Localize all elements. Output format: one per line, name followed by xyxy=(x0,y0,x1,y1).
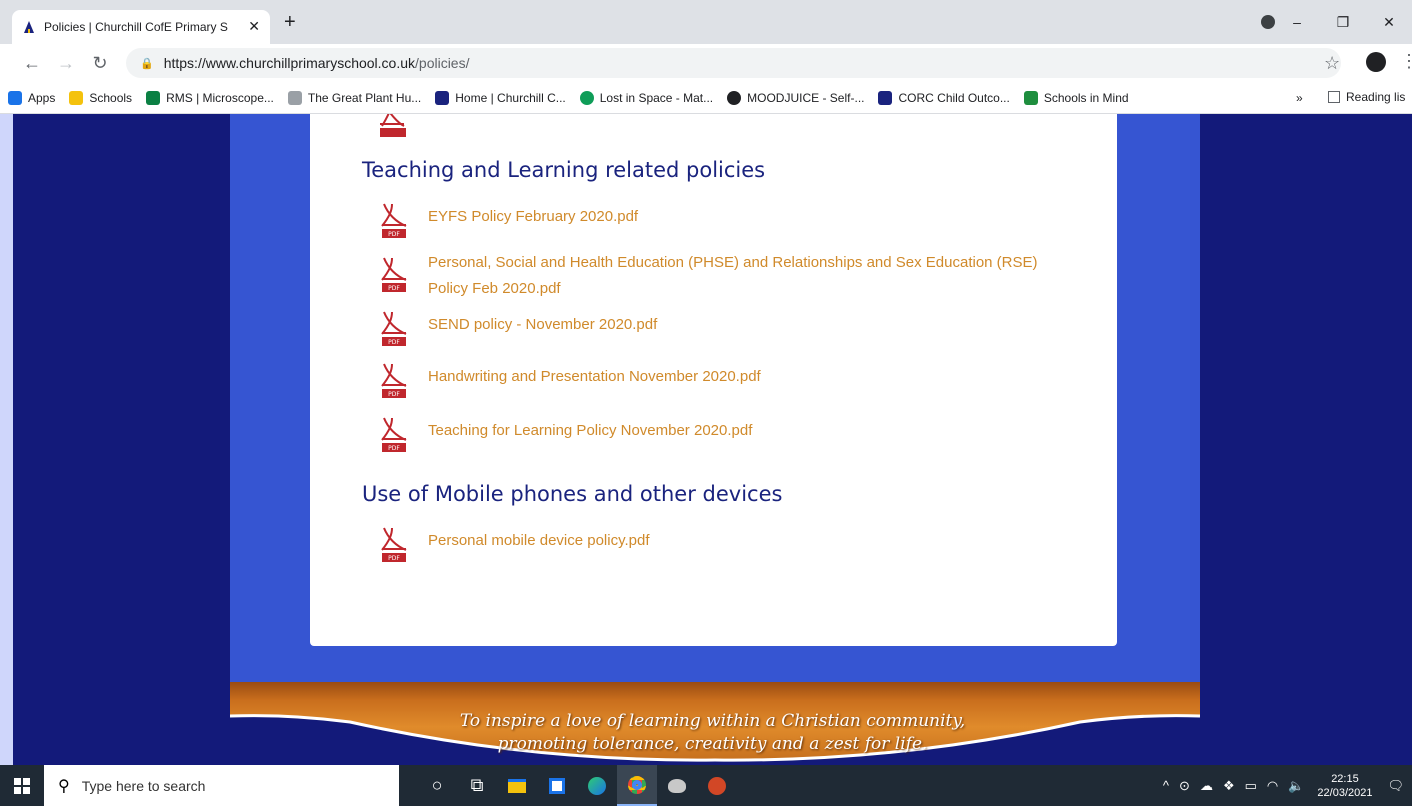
url-text: https://www.churchillprimaryschool.co.uk… xyxy=(163,55,470,71)
rms-icon xyxy=(146,90,161,105)
svg-text:PDF: PDF xyxy=(388,339,400,346)
pdf-icon: PDF xyxy=(378,256,408,294)
browser-tab-strip: Policies | Churchill CofE Primary S ✕ + … xyxy=(0,0,1412,44)
windows-taskbar: ⚲ Type here to search ○ ⧉ ^ ⊙ ☁ ❖ ▭ ◠ 🔈 … xyxy=(0,765,1412,806)
battery-icon[interactable]: ▭ xyxy=(1245,778,1257,794)
pdf-icon: PDF xyxy=(378,202,408,240)
reading-list-button[interactable]: Reading lis xyxy=(1328,90,1405,104)
svg-text:PDF: PDF xyxy=(388,391,400,398)
more-bookmarks-button[interactable]: » xyxy=(1296,91,1303,105)
lock-icon: 🔒 xyxy=(140,57,154,70)
bookmark-apps[interactable]: Apps xyxy=(8,90,55,105)
folder-icon xyxy=(69,90,84,105)
svg-text:PDF: PDF xyxy=(388,445,400,452)
start-button[interactable] xyxy=(0,765,44,806)
search-icon: ⚲ xyxy=(58,777,70,795)
powerpoint-icon[interactable] xyxy=(697,765,737,806)
doc-item[interactable]: PDF Personal, Social and Health Educatio… xyxy=(378,248,1068,302)
reload-icon[interactable]: ↻ xyxy=(86,53,114,74)
pdf-icon: PDF xyxy=(378,362,408,400)
wifi-icon[interactable]: ◠ xyxy=(1267,778,1278,794)
window-controls: – ❐ ✕ xyxy=(1274,0,1412,44)
page-viewport[interactable]: Teaching and Learning related policies P… xyxy=(13,114,1412,765)
task-view-icon[interactable]: ⧉ xyxy=(457,765,497,806)
onedrive-icon[interactable]: ☁ xyxy=(1200,778,1213,794)
media-indicator-icon[interactable] xyxy=(1261,15,1275,29)
globe-icon xyxy=(727,90,742,105)
bookmark-rms[interactable]: RMS | Microscope... xyxy=(146,90,274,105)
system-tray: ^ ⊙ ☁ ❖ ▭ ◠ 🔈 22:15 22/03/2021 🗨 xyxy=(1158,765,1412,806)
bookmarks-bar: Apps Schools RMS | Microscope... The Gre… xyxy=(0,82,1412,114)
bookmark-lost-in-space[interactable]: Lost in Space - Mat... xyxy=(579,90,713,105)
close-window-button[interactable]: ✕ xyxy=(1366,14,1412,31)
edge-icon[interactable] xyxy=(577,765,617,806)
schools-in-mind-icon xyxy=(1023,90,1038,105)
pdf-link[interactable]: Teaching for Learning Policy November 20… xyxy=(428,418,1068,444)
bookmark-moodjuice[interactable]: MOODJUICE - Self-... xyxy=(727,90,864,105)
microsoft-store-icon[interactable] xyxy=(537,765,577,806)
new-tab-button[interactable]: + xyxy=(284,12,296,32)
lost-in-space-icon xyxy=(579,90,594,105)
reading-list-icon xyxy=(1328,91,1340,103)
meet-now-icon[interactable]: ⊙ xyxy=(1179,778,1190,794)
pdf-link[interactable]: EYFS Policy February 2020.pdf xyxy=(428,204,1068,230)
chrome-icon[interactable] xyxy=(617,765,657,806)
browser-tab[interactable]: Policies | Churchill CofE Primary S ✕ xyxy=(12,10,270,44)
apps-grid-icon xyxy=(8,90,22,105)
svg-text:PDF: PDF xyxy=(388,231,400,238)
pdf-icon: PDF xyxy=(378,526,408,564)
paint-icon[interactable] xyxy=(657,765,697,806)
bookmark-schools[interactable]: Schools xyxy=(69,90,132,105)
doc-item[interactable]: PDF Handwriting and Presentation Novembe… xyxy=(378,362,1068,400)
corc-icon xyxy=(878,90,893,105)
dropbox-icon[interactable]: ❖ xyxy=(1223,778,1235,794)
browser-toolbar: ← → ↻ 🔒 https://www.churchillprimaryscho… xyxy=(0,44,1412,82)
pdf-link[interactable]: Personal mobile device policy.pdf xyxy=(428,528,1068,554)
doc-item[interactable]: PDF Teaching for Learning Policy Novembe… xyxy=(378,416,1068,454)
pdf-link[interactable]: Personal, Social and Health Education (P… xyxy=(428,250,1068,302)
bookmark-corc[interactable]: CORC Child Outco... xyxy=(878,90,1010,105)
school-favicon-icon xyxy=(24,21,34,33)
address-bar[interactable]: 🔒 https://www.churchillprimaryschool.co.… xyxy=(126,48,1341,78)
pdf-link[interactable]: SEND policy - November 2020.pdf xyxy=(428,312,1068,338)
content-card: Teaching and Learning related policies P… xyxy=(310,114,1117,646)
pdf-icon: PDF xyxy=(378,416,408,454)
doc-item[interactable]: PDF EYFS Policy February 2020.pdf xyxy=(378,202,1068,240)
windows-logo-icon xyxy=(14,777,30,794)
pdf-icon xyxy=(378,114,408,138)
section-heading: Use of Mobile phones and other devices xyxy=(362,482,783,506)
show-hidden-icons-icon[interactable]: ^ xyxy=(1163,778,1169,793)
tab-close-icon[interactable]: ✕ xyxy=(248,18,260,35)
pdf-link[interactable]: Handwriting and Presentation November 20… xyxy=(428,364,1068,390)
file-explorer-icon[interactable] xyxy=(497,765,537,806)
svg-text:PDF: PDF xyxy=(388,285,400,292)
cortana-icon[interactable]: ○ xyxy=(417,765,457,806)
plant-icon xyxy=(287,90,302,105)
svg-text:PDF: PDF xyxy=(388,555,400,562)
doc-item-partial[interactable] xyxy=(378,114,428,138)
forward-arrow-icon[interactable]: → xyxy=(52,53,80,74)
taskbar-clock[interactable]: 22:15 22/03/2021 xyxy=(1317,772,1372,800)
account-avatar-icon[interactable] xyxy=(1366,52,1386,72)
minimize-button[interactable]: – xyxy=(1274,14,1320,30)
volume-icon[interactable]: 🔈 xyxy=(1288,778,1304,794)
tab-title: Policies | Churchill CofE Primary S xyxy=(44,20,228,34)
school-favicon-icon xyxy=(435,90,450,105)
notifications-icon[interactable]: 🗨 xyxy=(1387,778,1404,794)
bookmark-home-churchill[interactable]: Home | Churchill C... xyxy=(435,90,566,105)
back-arrow-icon[interactable]: ← xyxy=(18,53,46,74)
pdf-icon: PDF xyxy=(378,310,408,348)
school-motto: To inspire a love of learning within a C… xyxy=(459,711,966,754)
menu-kebab-icon[interactable]: ⋮ xyxy=(1400,51,1412,72)
bookmark-schools-in-mind[interactable]: Schools in Mind xyxy=(1023,90,1129,105)
section-heading: Teaching and Learning related policies xyxy=(362,158,766,182)
restore-button[interactable]: ❐ xyxy=(1320,14,1366,31)
taskbar-search-input[interactable]: ⚲ Type here to search xyxy=(44,765,399,806)
bookmark-star-icon[interactable]: ☆ xyxy=(1324,53,1340,74)
doc-item[interactable]: PDF SEND policy - November 2020.pdf xyxy=(378,310,1068,348)
doc-item[interactable]: PDF Personal mobile device policy.pdf xyxy=(378,526,1068,564)
bookmark-great-plant-hunt[interactable]: The Great Plant Hu... xyxy=(287,90,421,105)
